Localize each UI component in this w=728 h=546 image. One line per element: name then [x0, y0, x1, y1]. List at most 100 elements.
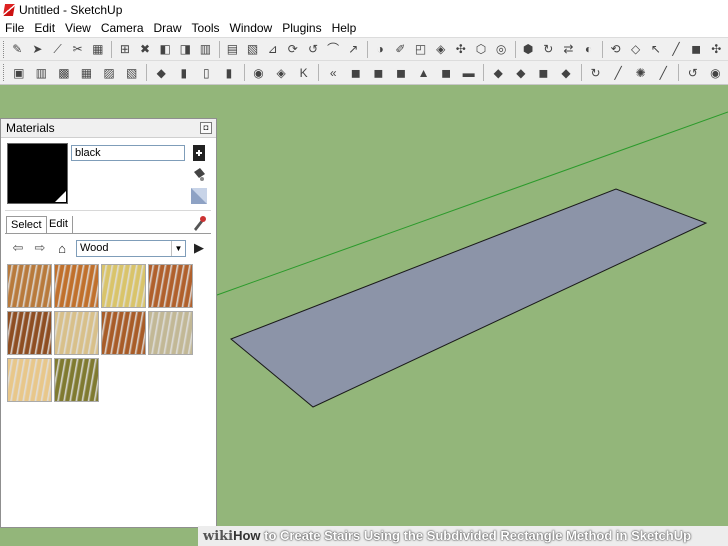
toolbar-button-icon[interactable]: ↗ [345, 40, 362, 58]
toolbar-button-icon[interactable]: ◼ [369, 64, 389, 82]
toolbar-button-icon[interactable]: ↺ [304, 40, 321, 58]
toolbar-button-icon[interactable]: ◆ [511, 64, 531, 82]
caption-text: to Create Stairs Using the Subdivided Re… [260, 528, 692, 543]
menu-window[interactable]: Window [225, 19, 278, 38]
toolbar-button-icon[interactable]: ◼ [346, 64, 366, 82]
texture-swatch-wood-3[interactable] [101, 264, 146, 308]
toolbar-button-icon[interactable]: ◇ [627, 40, 644, 58]
toolbar-grip[interactable] [3, 64, 6, 81]
toolbar-button-icon[interactable]: ✣ [708, 40, 725, 58]
toolbar-button-icon[interactable]: ◼ [688, 40, 705, 58]
toolbar-button-icon[interactable]: ◉ [706, 64, 726, 82]
toolbar-button-icon[interactable]: ◨ [177, 40, 194, 58]
toolbar-button-icon[interactable]: ╱ [667, 40, 684, 58]
menu-view[interactable]: View [60, 19, 96, 38]
texture-swatch-wood-4[interactable] [148, 264, 193, 308]
menu-file[interactable]: File [0, 19, 29, 38]
toolbar-button-icon[interactable]: ◼ [436, 64, 456, 82]
toolbar-grip[interactable] [3, 40, 6, 58]
toolbar-button-icon[interactable]: ⟋ [49, 40, 66, 58]
toolbar-button-icon[interactable]: ▬ [459, 64, 479, 82]
toolbar-button-icon[interactable]: ◆ [151, 64, 171, 82]
texture-swatch-wood-5[interactable] [7, 311, 52, 355]
texture-swatch-wood-9[interactable] [7, 358, 52, 402]
toolbar-button-icon[interactable]: ▧ [244, 40, 261, 58]
toolbar-button-icon[interactable]: ↖ [647, 40, 664, 58]
toolbar-button-icon[interactable]: ✂ [69, 40, 86, 58]
toolbar-button-icon[interactable]: ▥ [32, 64, 52, 82]
toolbar-button-icon[interactable]: ↻ [586, 64, 606, 82]
toolbar-button-icon[interactable]: ◈ [271, 64, 291, 82]
toolbar-button-icon[interactable]: ↺ [683, 64, 703, 82]
panel-collapse-button[interactable]: ◘ [200, 122, 212, 134]
default-material-icon[interactable] [191, 188, 207, 204]
toolbar-button-icon[interactable]: ◰ [412, 40, 429, 58]
toolbar-button-icon[interactable]: ▮ [219, 64, 239, 82]
rectangle-face[interactable] [230, 188, 708, 408]
toolbar-button-icon[interactable]: ◈ [432, 40, 449, 58]
toolbar-button-icon[interactable]: ➤ [29, 40, 46, 58]
create-material-icon[interactable] [191, 145, 207, 161]
toolbar-button-icon[interactable]: ✺ [631, 64, 651, 82]
toolbar-button-icon[interactable]: « [323, 64, 343, 82]
home-icon[interactable]: ⌂ [54, 240, 70, 256]
toolbar-button-icon[interactable]: ◆ [488, 64, 508, 82]
tab-select[interactable]: Select [6, 216, 47, 234]
menu-plugins[interactable]: Plugins [277, 19, 326, 38]
texture-swatch-wood-7[interactable] [101, 311, 146, 355]
toolbar-button-icon[interactable]: ◧ [157, 40, 174, 58]
sample-paint-icon[interactable] [191, 215, 207, 231]
toolbar-button-icon[interactable]: ▥ [197, 40, 214, 58]
toolbar-button-icon[interactable]: ▮ [174, 64, 194, 82]
menu-draw[interactable]: Draw [149, 19, 187, 38]
toolbar-button-icon[interactable]: ✖ [136, 40, 153, 58]
toolbar-button-icon[interactable]: ◉ [249, 64, 269, 82]
toolbar-button-icon[interactable]: ⟲ [607, 40, 624, 58]
toolbar-button-icon[interactable]: ▦ [89, 40, 106, 58]
toolbar-button-icon[interactable]: ▨ [99, 64, 119, 82]
toolbar-button-icon[interactable]: ▤ [224, 40, 241, 58]
toolbar-button-icon[interactable]: ⬢ [520, 40, 537, 58]
toolbar-button-icon[interactable]: ◐ [580, 40, 597, 58]
menu-help[interactable]: Help [327, 19, 362, 38]
details-arrow-icon[interactable]: ▶ [191, 240, 207, 256]
toolbar-button-icon[interactable]: ⌒ [325, 40, 342, 58]
toolbar-button-icon[interactable]: ✎ [9, 40, 26, 58]
toolbar-button-icon[interactable]: ◑ [372, 40, 389, 58]
toolbar-button-icon[interactable]: ◼ [534, 64, 554, 82]
toolbar-button-icon[interactable]: ⬡ [472, 40, 489, 58]
menu-edit[interactable]: Edit [29, 19, 60, 38]
toolbar-button-icon[interactable]: ◆ [556, 64, 576, 82]
texture-swatch-wood-8[interactable] [148, 311, 193, 355]
tab-edit[interactable]: Edit [45, 216, 73, 234]
toolbar-button-icon[interactable]: ⇄ [560, 40, 577, 58]
toolbar-button-icon[interactable]: ▲ [414, 64, 434, 82]
toolbar-button-icon[interactable]: ▧ [122, 64, 142, 82]
library-select[interactable]: Wood ▼ [76, 240, 186, 257]
toolbar-button-icon[interactable]: ⟳ [284, 40, 301, 58]
menu-tools[interactable]: Tools [187, 19, 225, 38]
toolbar-button-icon[interactable]: ▣ [9, 64, 29, 82]
paint-bucket-icon[interactable] [191, 166, 207, 182]
back-arrow-icon[interactable]: ⇦ [10, 240, 26, 256]
texture-swatch-wood-10[interactable] [54, 358, 99, 402]
material-name-field[interactable]: black [71, 145, 185, 161]
toolbar-button-icon[interactable]: ⊿ [264, 40, 281, 58]
toolbar-button-icon[interactable]: ◎ [493, 40, 510, 58]
toolbar-button-icon[interactable]: ⊞ [116, 40, 133, 58]
texture-swatch-wood-2[interactable] [54, 264, 99, 308]
toolbar-button-icon[interactable]: ◼ [391, 64, 411, 82]
toolbar-button-icon[interactable]: K [294, 64, 314, 82]
texture-swatch-wood-6[interactable] [54, 311, 99, 355]
toolbar-button-icon[interactable]: ▯ [197, 64, 217, 82]
toolbar-button-icon[interactable]: ▩ [54, 64, 74, 82]
toolbar-button-icon[interactable]: ╱ [608, 64, 628, 82]
menu-camera[interactable]: Camera [96, 19, 149, 38]
toolbar-button-icon[interactable]: ╱ [653, 64, 673, 82]
toolbar-button-icon[interactable]: ▦ [77, 64, 97, 82]
toolbar-button-icon[interactable]: ↻ [540, 40, 557, 58]
toolbar-button-icon[interactable]: ✣ [452, 40, 469, 58]
forward-arrow-icon[interactable]: ⇨ [32, 240, 48, 256]
toolbar-button-icon[interactable]: ✐ [392, 40, 409, 58]
texture-swatch-wood-1[interactable] [7, 264, 52, 308]
